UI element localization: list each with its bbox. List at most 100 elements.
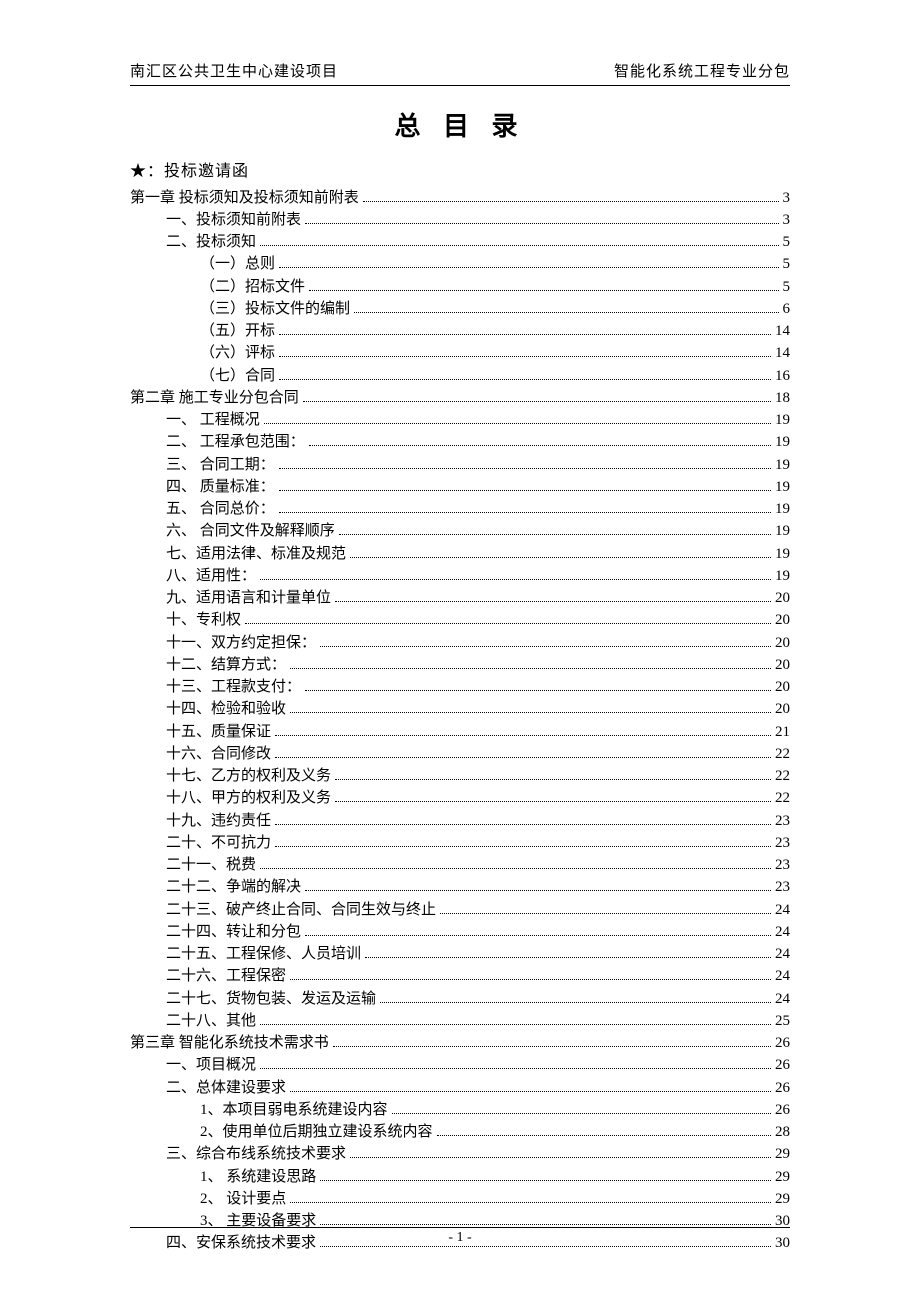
star-note: ★：投标邀请函 (130, 157, 790, 181)
toc-entry[interactable]: 二十七、货物包装、发运及运输24 (130, 988, 790, 1010)
toc-entry-page: 19 (775, 455, 790, 477)
toc-leader-dots (354, 298, 778, 313)
toc-entry-page: 19 (775, 566, 790, 588)
toc-leader-dots (309, 432, 771, 447)
toc-entry[interactable]: 八、适用性：19 (130, 565, 790, 587)
toc-entry[interactable]: 一、 工程概况19 (130, 410, 790, 432)
toc-entry-label: 2、使用单位后期独立建设系统内容 (200, 1122, 433, 1144)
toc-entry[interactable]: 七、适用法律、标准及规范19 (130, 543, 790, 565)
toc-entry[interactable]: 十、专利权20 (130, 610, 790, 632)
toc-entry[interactable]: （六）评标14 (130, 343, 790, 365)
toc-entry-label: 1、本项目弱电系统建设内容 (200, 1100, 388, 1122)
toc-entry[interactable]: 2、使用单位后期独立建设系统内容28 (130, 1122, 790, 1144)
toc-entry-page: 23 (775, 833, 790, 855)
toc-entry-page: 6 (783, 299, 791, 321)
toc-entry[interactable]: （二）招标文件5 (130, 276, 790, 298)
toc-leader-dots (275, 743, 771, 758)
toc-entry[interactable]: 三、综合布线系统技术要求29 (130, 1144, 790, 1166)
toc-entry[interactable]: 二、投标须知5 (130, 232, 790, 254)
toc-entry[interactable]: 三、 合同工期：19 (130, 454, 790, 476)
toc-leader-dots (333, 1033, 771, 1048)
toc-entry-label: 二十七、货物包装、发运及运输 (166, 989, 376, 1011)
toc-entry-page: 26 (775, 1033, 790, 1055)
toc-entry-page: 26 (775, 1078, 790, 1100)
toc-entry-label: 十四、检验和验收 (166, 699, 286, 721)
toc-entry[interactable]: 第一章 投标须知及投标须知前附表3 (130, 187, 790, 209)
toc-entry-page: 26 (775, 1055, 790, 1077)
toc-entry[interactable]: 二十二、争端的解决23 (130, 877, 790, 899)
toc-entry[interactable]: （三）投标文件的编制 6 (130, 298, 790, 320)
toc-entry-label: 二、投标须知 (166, 232, 256, 254)
toc-entry-label: 二十、不可抗力 (166, 833, 271, 855)
toc-entry-label: 一、投标须知前附表 (166, 210, 301, 232)
toc-leader-dots (305, 921, 771, 936)
toc-entry[interactable]: （一）总则5 (130, 254, 790, 276)
toc-entry-page: 20 (775, 677, 790, 699)
toc-entry-page: 24 (775, 922, 790, 944)
toc-entry-page: 29 (775, 1144, 790, 1166)
toc-entry[interactable]: 十五、质量保证21 (130, 721, 790, 743)
toc-entry-page: 19 (775, 521, 790, 543)
toc-entry[interactable]: 二、总体建设要求26 (130, 1077, 790, 1099)
toc-entry-label: 六、 合同文件及解释顺序 (166, 521, 335, 543)
toc-leader-dots (279, 454, 771, 469)
toc-entry[interactable]: 十八、甲方的权利及义务22 (130, 788, 790, 810)
toc-entry[interactable]: 二十八、其他25 (130, 1010, 790, 1032)
toc-entry[interactable]: 二十三、破产终止合同、合同生效与终止24 (130, 899, 790, 921)
header-right-text: 智能化系统工程专业分包 (614, 60, 790, 81)
toc-entry[interactable]: 六、 合同文件及解释顺序 19 (130, 521, 790, 543)
toc-entry[interactable]: 五、 合同总价：19 (130, 499, 790, 521)
toc-entry[interactable]: 十六、合同修改22 (130, 743, 790, 765)
toc-entry[interactable]: 九、适用语言和计量单位20 (130, 588, 790, 610)
toc-entry-label: （六）评标 (200, 343, 275, 365)
toc-entry[interactable]: 1、 系统建设思路29 (130, 1166, 790, 1188)
toc-leader-dots (245, 610, 771, 625)
toc-leader-dots (305, 677, 771, 692)
toc-entry-label: 七、适用法律、标准及规范 (166, 544, 346, 566)
toc-entry[interactable]: 二十、不可抗力 23 (130, 832, 790, 854)
toc-entry-page: 19 (775, 499, 790, 521)
toc-entry[interactable]: （七）合同16 (130, 365, 790, 387)
toc-entry[interactable]: 二十一、税费23 (130, 855, 790, 877)
toc-entry-label: （三）投标文件的编制 (200, 299, 350, 321)
toc-entry-page: 20 (775, 610, 790, 632)
toc-entry-label: 十二、结算方式： (166, 655, 286, 677)
toc-entry-label: 二十八、其他 (166, 1011, 256, 1033)
toc-entry[interactable]: 一、投标须知前附表3 (130, 209, 790, 231)
toc-entry[interactable]: （五）开标14 (130, 321, 790, 343)
toc-leader-dots (320, 1211, 771, 1226)
toc-entry[interactable]: 十七、乙方的权利及义务22 (130, 766, 790, 788)
toc-entry-label: 十一、双方约定担保： (166, 633, 316, 655)
toc-leader-dots (335, 788, 771, 803)
toc-entry[interactable]: 第二章 施工专业分包合同18 (130, 387, 790, 409)
toc-leader-dots (309, 276, 778, 291)
header-divider (130, 85, 790, 86)
toc-leader-dots (260, 855, 771, 870)
table-of-contents: 第一章 投标须知及投标须知前附表3一、投标须知前附表3二、投标须知5（一）总则5… (130, 187, 790, 1255)
toc-entry[interactable]: 十四、检验和验收20 (130, 699, 790, 721)
toc-entry[interactable]: 十二、结算方式：20 (130, 654, 790, 676)
toc-entry[interactable]: 二十四、转让和分包24 (130, 921, 790, 943)
toc-entry[interactable]: 二十六、工程保密24 (130, 966, 790, 988)
toc-leader-dots (290, 1077, 771, 1092)
toc-entry[interactable]: 第三章 智能化系统技术需求书26 (130, 1033, 790, 1055)
toc-entry[interactable]: 1、本项目弱电系统建设内容26 (130, 1099, 790, 1121)
toc-entry[interactable]: 2、 设计要点29 (130, 1188, 790, 1210)
toc-entry-page: 5 (783, 277, 791, 299)
toc-entry-page: 24 (775, 944, 790, 966)
toc-entry[interactable]: 二十五、工程保修、人员培训24 (130, 944, 790, 966)
toc-entry-page: 23 (775, 855, 790, 877)
toc-entry[interactable]: 十三、工程款支付：20 (130, 677, 790, 699)
toc-leader-dots (260, 1010, 771, 1025)
toc-entry[interactable]: 十一、双方约定担保： 20 (130, 632, 790, 654)
header-left-text: 南汇区公共卫生中心建设项目 (130, 60, 338, 81)
toc-leader-dots (350, 1144, 771, 1159)
toc-entry-page: 20 (775, 633, 790, 655)
toc-leader-dots (275, 721, 771, 736)
toc-entry[interactable]: 四、 质量标准：19 (130, 476, 790, 498)
toc-entry[interactable]: 十九、违约责任23 (130, 810, 790, 832)
toc-entry[interactable]: 一、项目概况26 (130, 1055, 790, 1077)
toc-entry[interactable]: 二、 工程承包范围：19 (130, 432, 790, 454)
toc-entry-page: 14 (775, 321, 790, 343)
toc-entry-page: 19 (775, 477, 790, 499)
